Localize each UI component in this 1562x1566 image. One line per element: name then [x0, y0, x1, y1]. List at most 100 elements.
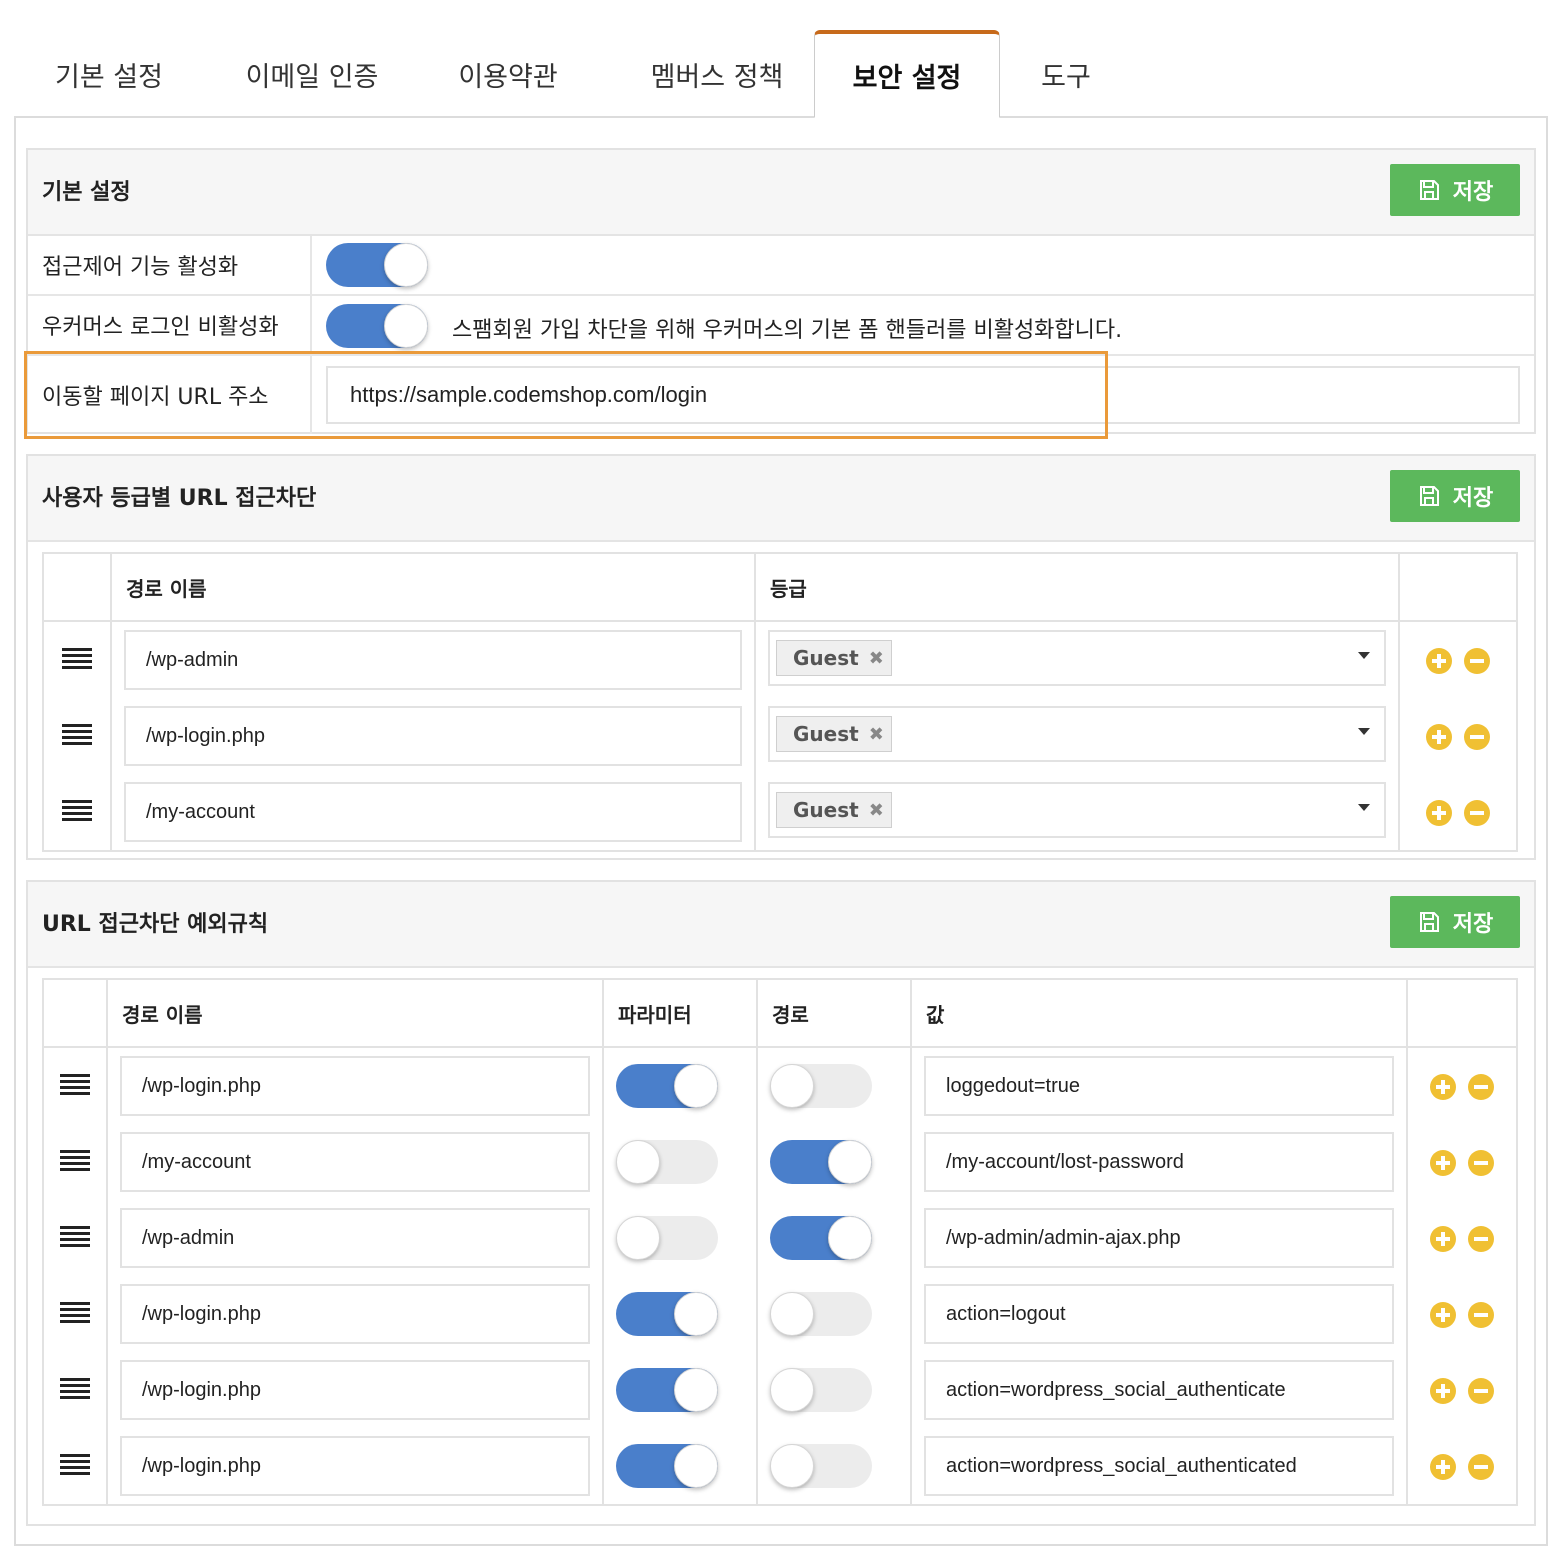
tab-basic-settings[interactable]: 기본 설정	[14, 30, 204, 118]
route-toggle[interactable]	[770, 1140, 872, 1184]
add-row-icon[interactable]	[1430, 1150, 1456, 1176]
grade-select[interactable]: Guest ✖	[768, 630, 1386, 686]
value-input[interactable]	[924, 1436, 1394, 1496]
toggle-knob	[616, 1216, 660, 1260]
add-row-icon[interactable]	[1430, 1074, 1456, 1100]
drag-handle-icon[interactable]	[62, 648, 92, 670]
remove-tag-icon[interactable]: ✖	[869, 724, 884, 745]
drag-handle-icon[interactable]	[62, 724, 92, 746]
add-row-icon[interactable]	[1426, 648, 1452, 674]
remove-row-icon[interactable]	[1468, 1302, 1494, 1328]
section-header: URL 접근차단 예외규칙 저장	[28, 882, 1534, 968]
toggle-knob	[674, 1368, 718, 1412]
section-title: 사용자 등급별 URL 접근차단	[42, 486, 317, 511]
add-row-icon[interactable]	[1430, 1226, 1456, 1252]
parameter-toggle[interactable]	[616, 1444, 718, 1488]
chevron-down-icon	[1358, 804, 1370, 811]
drag-handle-icon[interactable]	[60, 1378, 90, 1400]
route-toggle[interactable]	[770, 1292, 872, 1336]
remove-row-icon[interactable]	[1468, 1226, 1494, 1252]
value-input[interactable]	[924, 1056, 1394, 1116]
toggle-knob	[770, 1064, 814, 1108]
route-toggle[interactable]	[770, 1444, 872, 1488]
remove-row-icon[interactable]	[1464, 724, 1490, 750]
drag-handle-icon[interactable]	[60, 1150, 90, 1172]
tab-email-verification[interactable]: 이메일 인증	[214, 30, 410, 118]
path-input[interactable]	[120, 1360, 590, 1420]
path-input[interactable]	[120, 1132, 590, 1192]
add-row-icon[interactable]	[1426, 800, 1452, 826]
route-toggle[interactable]	[770, 1064, 872, 1108]
remove-row-icon[interactable]	[1468, 1150, 1494, 1176]
drag-handle-icon[interactable]	[60, 1074, 90, 1096]
add-row-icon[interactable]	[1430, 1454, 1456, 1480]
grade-tag: Guest ✖	[776, 716, 892, 752]
tab-terms[interactable]: 이용약관	[414, 30, 602, 118]
access-control-toggle[interactable]	[326, 243, 428, 287]
woocommerce-login-toggle[interactable]	[326, 304, 428, 348]
drag-handle-icon[interactable]	[60, 1302, 90, 1324]
path-input[interactable]	[120, 1056, 590, 1116]
section-title: URL 접근차단 예외규칙	[42, 912, 269, 937]
value-input[interactable]	[924, 1360, 1394, 1420]
grade-select[interactable]: Guest ✖	[768, 782, 1386, 838]
chevron-down-icon	[1358, 728, 1370, 735]
toggle-knob	[770, 1368, 814, 1412]
column-header-path: 경로 이름	[126, 576, 207, 601]
tab-members-policy[interactable]: 멤버스 정책	[604, 30, 830, 118]
save-button-label: 저장	[1452, 180, 1494, 205]
remove-tag-icon[interactable]: ✖	[869, 648, 884, 669]
tab-security-settings[interactable]: 보안 설정	[814, 30, 1000, 118]
parameter-toggle[interactable]	[616, 1216, 718, 1260]
toggle-knob	[828, 1216, 872, 1260]
route-toggle[interactable]	[770, 1368, 872, 1412]
chevron-down-icon	[1358, 652, 1370, 659]
path-input[interactable]	[124, 630, 742, 690]
table-header: 경로 이름 등급	[44, 554, 1516, 622]
value-input[interactable]	[924, 1208, 1394, 1268]
drag-handle-icon[interactable]	[60, 1454, 90, 1476]
tab-tools[interactable]: 도구	[1000, 30, 1132, 118]
setting-row-redirect-url: 이동할 페이지 URL 주소	[28, 356, 1534, 434]
remove-row-icon[interactable]	[1468, 1378, 1494, 1404]
basic-settings-section: 기본 설정 저장 접근제어 기능 활성화 우커머스 로그인 비활성화 스팸회원 …	[26, 148, 1536, 434]
parameter-toggle[interactable]	[616, 1140, 718, 1184]
path-input[interactable]	[120, 1284, 590, 1344]
column-header-path: 경로 이름	[122, 1002, 203, 1027]
route-toggle[interactable]	[770, 1216, 872, 1260]
parameter-toggle[interactable]	[616, 1292, 718, 1336]
path-input[interactable]	[120, 1208, 590, 1268]
toggle-knob	[828, 1140, 872, 1184]
save-button-label: 저장	[1452, 486, 1494, 511]
parameter-toggle[interactable]	[616, 1368, 718, 1412]
value-input[interactable]	[924, 1284, 1394, 1344]
path-input[interactable]	[120, 1436, 590, 1496]
add-row-icon[interactable]	[1430, 1378, 1456, 1404]
floppy-disk-icon	[1419, 912, 1439, 932]
save-button[interactable]: 저장	[1390, 470, 1520, 522]
remove-row-icon[interactable]	[1464, 648, 1490, 674]
remove-row-icon[interactable]	[1464, 800, 1490, 826]
drag-handle-icon[interactable]	[60, 1226, 90, 1248]
remove-tag-icon[interactable]: ✖	[869, 800, 884, 821]
add-row-icon[interactable]	[1426, 724, 1452, 750]
setting-label: 이동할 페이지 URL 주소	[28, 356, 312, 434]
save-button[interactable]: 저장	[1390, 164, 1520, 216]
save-button[interactable]: 저장	[1390, 896, 1520, 948]
drag-handle-icon[interactable]	[62, 800, 92, 822]
value-input[interactable]	[924, 1132, 1394, 1192]
column-header-grade: 등급	[770, 576, 807, 601]
redirect-url-input[interactable]	[326, 366, 1520, 424]
remove-row-icon[interactable]	[1468, 1074, 1494, 1100]
toggle-knob	[770, 1292, 814, 1336]
add-row-icon[interactable]	[1430, 1302, 1456, 1328]
setting-label: 우커머스 로그인 비활성화	[28, 296, 312, 354]
grade-select[interactable]: Guest ✖	[768, 706, 1386, 762]
path-input[interactable]	[124, 706, 742, 766]
parameter-toggle[interactable]	[616, 1064, 718, 1108]
role-url-block-section: 사용자 등급별 URL 접근차단 저장 경로 이름 등급 Guest ✖ Gues…	[26, 454, 1536, 860]
remove-row-icon[interactable]	[1468, 1454, 1494, 1480]
floppy-disk-icon	[1419, 180, 1439, 200]
column-header-route: 경로	[772, 1002, 809, 1027]
path-input[interactable]	[124, 782, 742, 842]
